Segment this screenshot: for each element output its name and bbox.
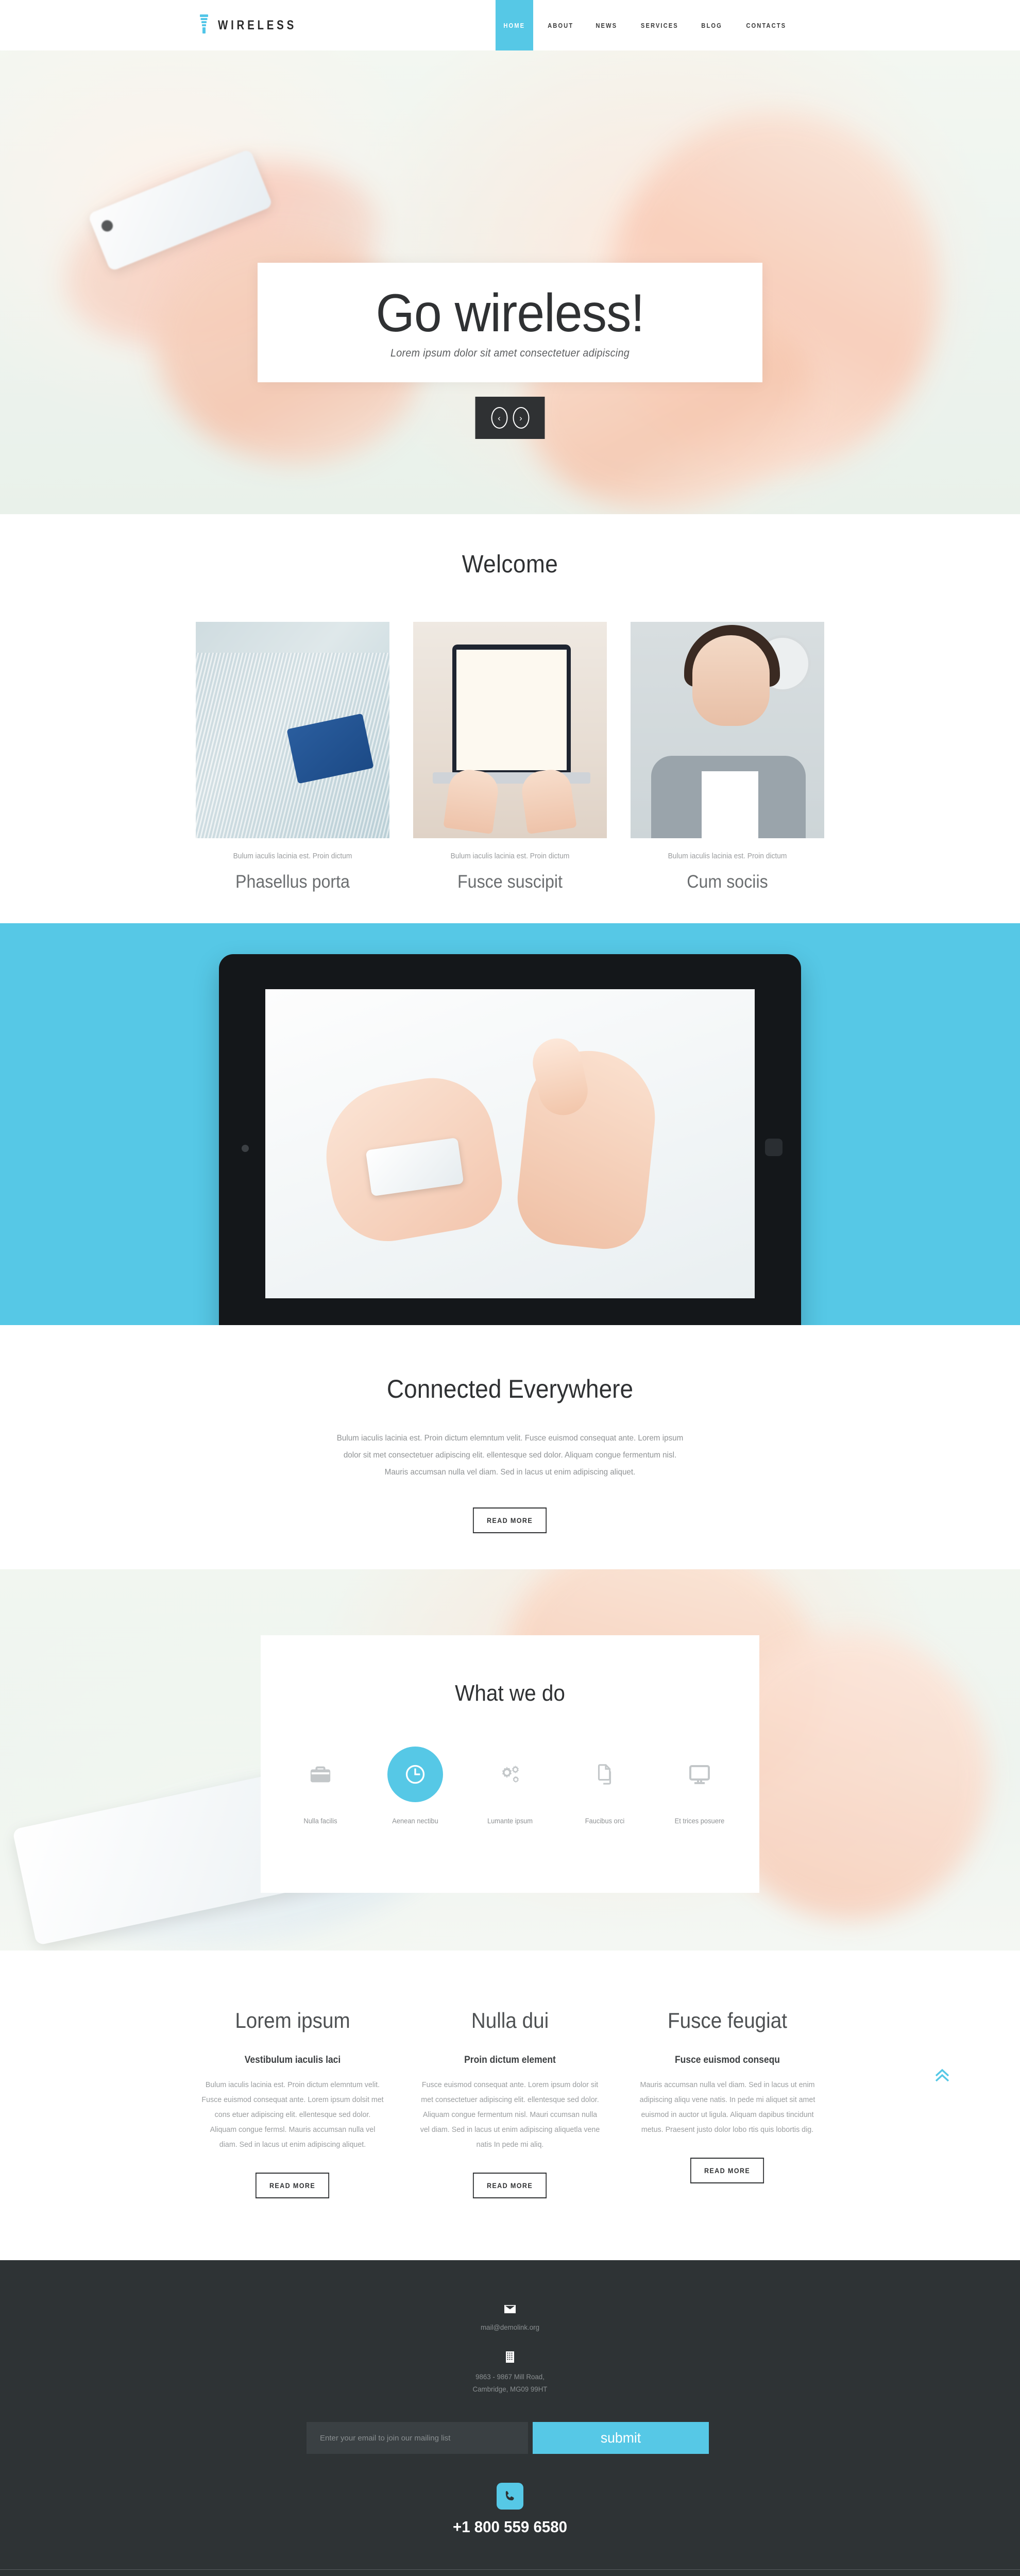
column-nulla-dui: Nulla dui Proin dictum element Fusce eui…: [413, 2008, 607, 2198]
briefcase-icon: [293, 1747, 348, 1802]
service-item-lumante-ipsum[interactable]: Lumante ipsum: [482, 1747, 538, 1825]
column-body: Fusce euismod consequat ante. Lorem ipsu…: [420, 2080, 600, 2149]
footer-phone-number[interactable]: +1 800 559 6580: [26, 2518, 995, 2536]
column-heading: Fusce feugiat: [668, 2008, 787, 2032]
column-subheading: Proin dictum element: [464, 2055, 556, 2065]
card-meta: Bulum iaculis lacinia est. Proin dictum: [668, 852, 787, 860]
wireless-signal-icon: [198, 14, 210, 36]
footer-phone-block: +1 800 559 6580: [0, 2483, 1020, 2536]
clock-icon: [387, 1747, 443, 1802]
column-heading: Nulla dui: [471, 2008, 549, 2032]
what-we-do-title: What we do: [455, 1681, 565, 1706]
column-read-more-button[interactable]: READ MORE: [473, 2173, 547, 2198]
brand-name: WIRELESS: [218, 18, 297, 32]
phone-icon: [497, 2483, 523, 2510]
service-label: Et trices posuere: [674, 1817, 725, 1825]
footer-address-line1: 9863 - 9867 Mill Road,: [475, 2372, 545, 2381]
site-header: WIRELESS HOME ABOUT NEWS SERVICES BLOG C…: [0, 0, 1020, 50]
card-heading[interactable]: Phasellus porta: [203, 872, 382, 892]
card-image-phasellus: [196, 622, 389, 838]
card-image-cum-sociis: [631, 622, 824, 838]
nav-item-services[interactable]: SERVICES: [633, 0, 686, 50]
slider-prev-icon[interactable]: ‹: [491, 407, 507, 429]
tablet-screen-image: [265, 989, 755, 1298]
hero-subtitle: Lorem ipsum dolor sit amet consectetuer …: [390, 347, 630, 359]
nav-item-contacts[interactable]: CONTACTS: [738, 0, 794, 50]
slider-next-icon[interactable]: ›: [513, 407, 529, 429]
what-we-do-section: What we do Nulla facilis Aenean nectibu …: [0, 1569, 1020, 1951]
building-icon: [0, 2351, 1020, 2363]
site-footer: mail@demolink.org 9863 - 9867 Mill Road,…: [0, 2260, 1020, 2576]
connected-body: Bulum iaculis lacinia est. Proin dictum …: [336, 1434, 684, 1477]
service-item-nulla-facilis[interactable]: Nulla facilis: [293, 1747, 348, 1825]
tablet-device-image: [219, 954, 801, 1325]
documents-icon: [577, 1747, 633, 1802]
service-item-faucibus-orci[interactable]: Faucibus orci: [577, 1747, 633, 1825]
subscribe-submit-button[interactable]: submit: [533, 2422, 709, 2454]
connected-read-more-button[interactable]: READ MORE: [473, 1507, 547, 1533]
nav-item-home[interactable]: HOME: [496, 0, 533, 50]
welcome-card[interactable]: Bulum iaculis lacinia est. Proin dictum …: [413, 622, 607, 892]
connected-title: Connected Everywhere: [386, 1375, 634, 1403]
hero-caption-card: Go wireless! Lorem ipsum dolor sit amet …: [258, 263, 762, 382]
welcome-section: Welcome Bulum iaculis lacinia est. Proin…: [0, 514, 1020, 923]
footer-address-line2: Cambridge, MG09 99HT: [472, 2385, 548, 2393]
footer-address-block: 9863 - 9867 Mill Road, Cambridge, MG09 9…: [0, 2351, 1020, 2395]
hero-title: Go wireless!: [376, 283, 645, 343]
welcome-card-list: Bulum iaculis lacinia est. Proin dictum …: [196, 622, 824, 892]
nav-item-about[interactable]: ABOUT: [539, 0, 581, 50]
card-meta: Bulum iaculis lacinia est. Proin dictum: [450, 852, 570, 860]
hero-slider: Go wireless! Lorem ipsum dolor sit amet …: [0, 50, 1020, 514]
column-subheading: Fusce euismod consequ: [674, 2055, 780, 2065]
scroll-to-top-button[interactable]: [930, 2064, 954, 2088]
monitor-icon: [672, 1747, 727, 1802]
service-icon-list: Nulla facilis Aenean nectibu Lumante ips…: [261, 1747, 759, 1825]
footer-email-text[interactable]: mail@demolink.org: [26, 2321, 995, 2333]
service-item-aenean-nectibu[interactable]: Aenean nectibu: [387, 1747, 443, 1825]
card-heading[interactable]: Fusce suscipit: [421, 872, 599, 892]
tablet-camera-icon: [242, 1145, 249, 1152]
envelope-icon: [0, 2304, 1020, 2314]
footer-bottom-bar: WIRELESS © 2014 · PRIVACY POLICY: [196, 2570, 824, 2576]
welcome-card[interactable]: Bulum iaculis lacinia est. Proin dictum …: [196, 622, 389, 892]
three-column-section: Lorem ipsum Vestibulum iaculis laci Bulu…: [0, 1951, 1020, 2260]
column-body: Mauris accumsan nulla vel diam. Sed in l…: [639, 2080, 815, 2134]
three-column-list: Lorem ipsum Vestibulum iaculis laci Bulu…: [196, 2008, 824, 2198]
column-read-more-button[interactable]: READ MORE: [256, 2173, 330, 2198]
column-lorem-ipsum: Lorem ipsum Vestibulum iaculis laci Bulu…: [196, 2008, 389, 2198]
page-root: WIRELESS HOME ABOUT NEWS SERVICES BLOG C…: [0, 0, 1020, 2576]
service-label: Faucibus orci: [585, 1817, 625, 1825]
column-subheading: Vestibulum iaculis laci: [244, 2055, 341, 2065]
welcome-card[interactable]: Bulum iaculis lacinia est. Proin dictum …: [631, 622, 824, 892]
column-fusce-feugiat: Fusce feugiat Fusce euismod consequ Maur…: [631, 2008, 824, 2198]
service-label: Nulla facilis: [303, 1817, 337, 1825]
nav-item-news[interactable]: NEWS: [588, 0, 625, 50]
subscribe-form: submit: [307, 2422, 713, 2454]
connected-everywhere-section: Connected Everywhere Bulum iaculis lacin…: [0, 1325, 1020, 1569]
footer-email-block: mail@demolink.org: [0, 2304, 1020, 2333]
card-meta: Bulum iaculis lacinia est. Proin dictum: [233, 852, 352, 860]
tablet-home-button: [765, 1139, 783, 1156]
welcome-title: Welcome: [462, 551, 558, 578]
subscribe-email-input[interactable]: [307, 2422, 528, 2454]
nav-item-blog[interactable]: BLOG: [693, 0, 730, 50]
what-we-do-panel: What we do Nulla facilis Aenean nectibu …: [261, 1635, 759, 1893]
service-label: Aenean nectibu: [392, 1817, 438, 1825]
gears-icon: [482, 1747, 538, 1802]
column-read-more-button[interactable]: READ MORE: [690, 2158, 764, 2183]
slider-controls: ‹ ›: [475, 397, 545, 439]
service-label: Lumante ipsum: [487, 1817, 533, 1825]
column-body: Bulum iaculis lacinia est. Proin dictum …: [201, 2080, 384, 2149]
tablet-showcase-band: [0, 923, 1020, 1325]
chevron-up-double-icon: [932, 2067, 953, 2084]
card-image-fusce: [413, 622, 607, 838]
card-heading[interactable]: Cum sociis: [638, 872, 817, 892]
column-heading: Lorem ipsum: [235, 2008, 350, 2032]
main-navigation: HOME ABOUT NEWS SERVICES BLOG CONTACTS: [492, 0, 798, 50]
brand-logo[interactable]: WIRELESS: [198, 14, 314, 36]
service-item-et-trices-posuere[interactable]: Et trices posuere: [672, 1747, 727, 1825]
